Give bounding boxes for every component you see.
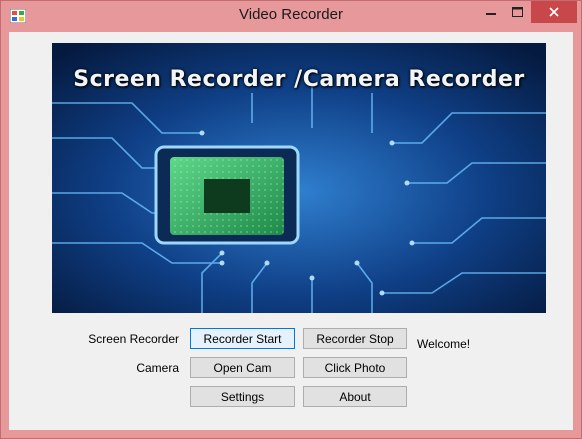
- maximize-button[interactable]: [505, 1, 529, 23]
- minimize-icon: [486, 13, 496, 15]
- camera-label: Camera: [136, 361, 179, 375]
- minimize-button[interactable]: [479, 1, 503, 23]
- recorder-stop-button[interactable]: Recorder Stop: [303, 328, 407, 349]
- click-photo-button[interactable]: Click Photo: [303, 357, 407, 378]
- open-cam-button[interactable]: Open Cam: [190, 357, 295, 378]
- client-area: Screen Recorder /Camera Recorder Screen …: [9, 32, 573, 430]
- close-button[interactable]: [531, 1, 577, 23]
- status-label: Welcome!: [417, 337, 471, 351]
- maximize-icon: [511, 7, 523, 17]
- screen-recorder-label: Screen Recorder: [88, 332, 179, 346]
- close-icon: [549, 7, 559, 17]
- banner-image: Screen Recorder /Camera Recorder: [52, 43, 546, 313]
- recorder-start-button[interactable]: Recorder Start: [190, 328, 295, 349]
- settings-button[interactable]: Settings: [190, 386, 295, 407]
- about-button[interactable]: About: [303, 386, 407, 407]
- window: Video Recorder Screen Recorder /Camera R…: [0, 0, 582, 439]
- banner-heading: Screen Recorder /Camera Recorder: [73, 67, 525, 92]
- title-bar[interactable]: Video Recorder: [1, 1, 581, 31]
